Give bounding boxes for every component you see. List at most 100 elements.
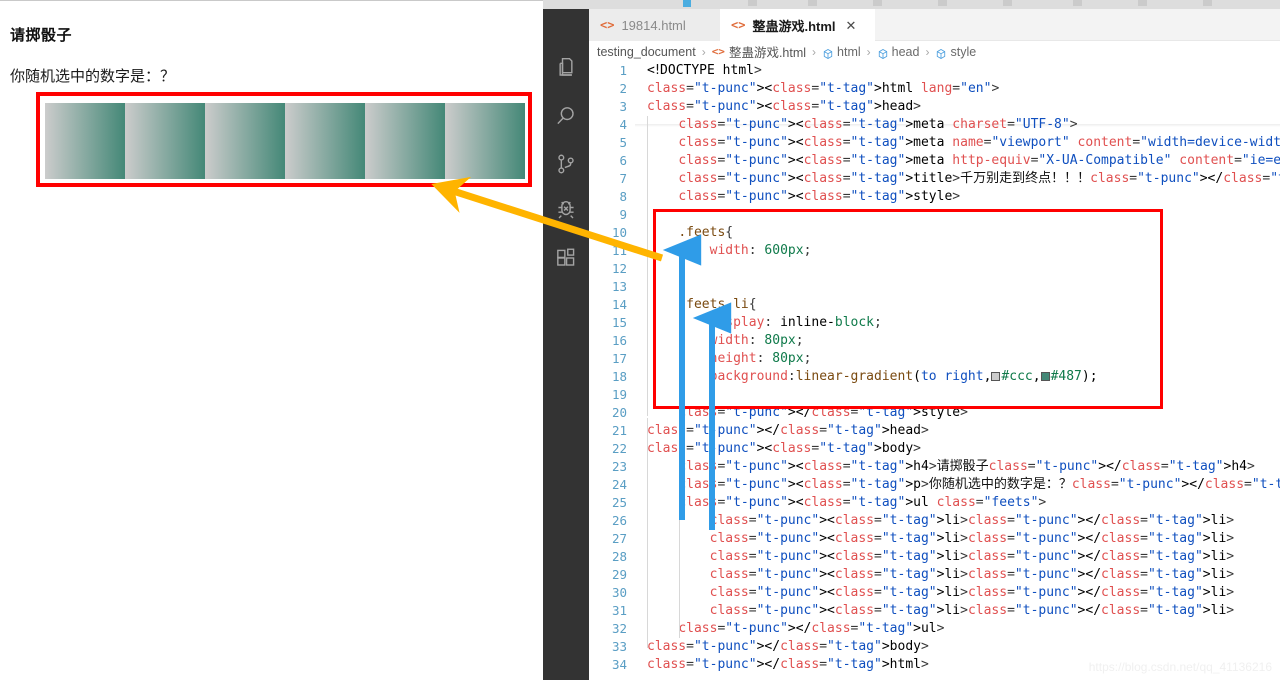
- code-line[interactable]: 25 class="t-punc"><class="t-tag">ul clas…: [589, 494, 1280, 512]
- extensions-icon[interactable]: [552, 244, 580, 272]
- code-line[interactable]: 17 height: 80px;: [589, 350, 1280, 368]
- dice-item[interactable]: [45, 103, 125, 179]
- line-number: 10: [611, 225, 627, 240]
- line-number: 31: [611, 603, 627, 618]
- line-number: 30: [611, 585, 627, 600]
- line-number: 23: [611, 459, 627, 474]
- dice-item[interactable]: [285, 103, 365, 179]
- breadcrumb-item-head[interactable]: head: [877, 45, 919, 60]
- explorer-icon[interactable]: [552, 54, 580, 82]
- code-line[interactable]: 21 class="t-punc"></class="t-tag">head>: [589, 422, 1280, 440]
- code-line[interactable]: 27 class="t-punc"><class="t-tag">li>clas…: [589, 530, 1280, 548]
- code-line[interactable]: 33 class="t-punc"></class="t-tag">body>: [589, 638, 1280, 656]
- code-line[interactable]: 29 class="t-punc"><class="t-tag">li>clas…: [589, 566, 1280, 584]
- menu-item-go[interactable]: [1003, 0, 1012, 6]
- run-debug-icon[interactable]: [552, 197, 580, 225]
- code-line[interactable]: 2 class="t-punc"><class="t-tag">html lang…: [589, 80, 1280, 98]
- breadcrumb: testing_document › <> 整蛊游戏.html › html ›: [589, 41, 1280, 62]
- breadcrumb-item-html[interactable]: html: [822, 45, 861, 59]
- menu-item-help[interactable]: [1203, 0, 1212, 6]
- line-text: class="t-punc"><class="t-tag">p>你随机选中的数字…: [678, 477, 1280, 492]
- html-file-icon: <>: [711, 45, 725, 58]
- browser-preview-pane: 请掷骰子 你随机选中的数字是：？: [0, 0, 543, 680]
- tab-19814-html[interactable]: <> 19814.html: [589, 9, 720, 41]
- line-number: 26: [611, 513, 627, 528]
- code-line[interactable]: 13: [589, 278, 1280, 296]
- close-icon[interactable]: ✕: [846, 19, 857, 32]
- line-text: class="t-punc"><class="t-tag">html lang=…: [647, 81, 1000, 96]
- code-line[interactable]: 9: [589, 206, 1280, 224]
- code-line[interactable]: 19 }: [589, 386, 1280, 404]
- code-line[interactable]: 3 class="t-punc"><class="t-tag">head>: [589, 98, 1280, 116]
- dice-item[interactable]: [125, 103, 205, 179]
- code-line[interactable]: 30 class="t-punc"><class="t-tag">li>clas…: [589, 584, 1280, 602]
- breadcrumb-separator: ›: [701, 44, 706, 59]
- watermark: https://blog.csdn.net/qq_41136216: [1088, 660, 1272, 674]
- activity-bar: [543, 9, 589, 680]
- dice-item[interactable]: [365, 103, 445, 179]
- screenshot-root: 请掷骰子 你随机选中的数字是：？ <> 19814.html <> 整蛊游戏.h…: [0, 0, 1280, 680]
- code-line[interactable]: 28 class="t-punc"><class="t-tag">li>clas…: [589, 548, 1280, 566]
- line-number: 22: [611, 441, 627, 456]
- breadcrumb-item-file[interactable]: <> 整蛊游戏.html: [712, 42, 806, 61]
- code-line[interactable]: 24 class="t-punc"><class="t-tag">p>你随机选中…: [589, 476, 1280, 494]
- code-line[interactable]: 23 class="t-punc"><class="t-tag">h4>请掷骰子…: [589, 458, 1280, 476]
- menu-item-terminal[interactable]: [1138, 0, 1147, 6]
- code-line[interactable]: 31 class="t-punc"><class="t-tag">li>clas…: [589, 602, 1280, 620]
- code-line[interactable]: 16 width: 80px;: [589, 332, 1280, 350]
- line-number: 9: [619, 207, 627, 222]
- dice-item[interactable]: [205, 103, 285, 179]
- vscode-window: <> 19814.html <> 整蛊游戏.html ✕ testing_doc…: [543, 0, 1280, 680]
- code-editor[interactable]: 1 <!DOCTYPE html> 2 class="t-punc"><class="…: [589, 62, 1280, 680]
- code-line[interactable]: 26 class="t-punc"><class="t-tag">li>clas…: [589, 512, 1280, 530]
- code-line[interactable]: 14 .feets li{: [589, 296, 1280, 314]
- line-number: 7: [619, 171, 627, 186]
- code-line[interactable]: 11 width: 600px;: [589, 242, 1280, 260]
- line-text: width: 600px;: [709, 243, 812, 258]
- code-line[interactable]: 10 .feets{: [589, 224, 1280, 242]
- code-line[interactable]: 8 class="t-punc"><class="t-tag">style>: [589, 188, 1280, 206]
- code-line[interactable]: 4 class="t-punc"><class="t-tag">meta cha…: [589, 116, 1280, 134]
- menu-item-view[interactable]: [938, 0, 947, 6]
- line-number: 34: [611, 657, 627, 672]
- line-text: }: [647, 387, 687, 402]
- source-control-icon[interactable]: [552, 150, 580, 178]
- code-line[interactable]: 7 class="t-punc"><class="t-tag">title>千万…: [589, 170, 1280, 188]
- menu-item-run[interactable]: [1073, 0, 1082, 6]
- menu-item-edit[interactable]: [808, 0, 817, 6]
- code-line[interactable]: 6 class="t-punc"><class="t-tag">meta htt…: [589, 152, 1280, 170]
- result-text: 你随机选中的数字是：？: [10, 68, 176, 85]
- indent-guide: [679, 508, 680, 638]
- tab-zhenggu-youxi-html[interactable]: <> 整蛊游戏.html ✕: [720, 9, 875, 41]
- code-line[interactable]: 15 display: inline-block;: [589, 314, 1280, 332]
- line-text: class="t-punc"><class="t-tag">li>class="…: [709, 567, 1235, 582]
- breadcrumb-label: html: [837, 44, 861, 59]
- breadcrumb-label: testing_document: [597, 44, 696, 59]
- line-text: class="t-punc"></class="t-tag">ul>: [678, 621, 945, 636]
- breadcrumb-item-folder[interactable]: testing_document: [597, 45, 696, 59]
- menu-item-selection[interactable]: [873, 0, 882, 6]
- menu-bar[interactable]: [543, 0, 1280, 9]
- line-text: .feets li{: [678, 297, 757, 312]
- line-text: class="t-punc"></class="t-tag">html>: [647, 657, 929, 672]
- code-line[interactable]: 12 }: [589, 260, 1280, 278]
- code-line[interactable]: 18 background:linear-gradient(to right, #…: [589, 368, 1280, 386]
- html-file-icon: <>: [731, 18, 746, 32]
- tab-label: 整蛊游戏.html: [752, 18, 836, 34]
- dice-item[interactable]: [445, 103, 525, 179]
- menu-item-file[interactable]: [748, 0, 757, 6]
- code-line[interactable]: 5 class="t-punc"><class="t-tag">meta nam…: [589, 134, 1280, 152]
- line-number: 29: [611, 567, 627, 582]
- breadcrumb-item-style[interactable]: style: [935, 45, 976, 59]
- search-icon[interactable]: [552, 102, 580, 130]
- dice-list: [45, 103, 525, 179]
- code-line[interactable]: 22 class="t-punc"><class="t-tag">body>: [589, 440, 1280, 458]
- code-line[interactable]: 1 <!DOCTYPE html>: [589, 62, 1280, 80]
- line-text: class="t-punc"><class="t-tag">meta chars…: [678, 117, 1078, 132]
- symbol-cube-icon: [877, 48, 889, 60]
- line-number: 32: [611, 621, 627, 636]
- line-number: 16: [611, 333, 627, 348]
- vscode-logo-icon: [683, 0, 691, 7]
- code-line[interactable]: 32 class="t-punc"></class="t-tag">ul>: [589, 620, 1280, 638]
- code-line[interactable]: 20 class="t-punc"></class="t-tag">style>: [589, 404, 1280, 422]
